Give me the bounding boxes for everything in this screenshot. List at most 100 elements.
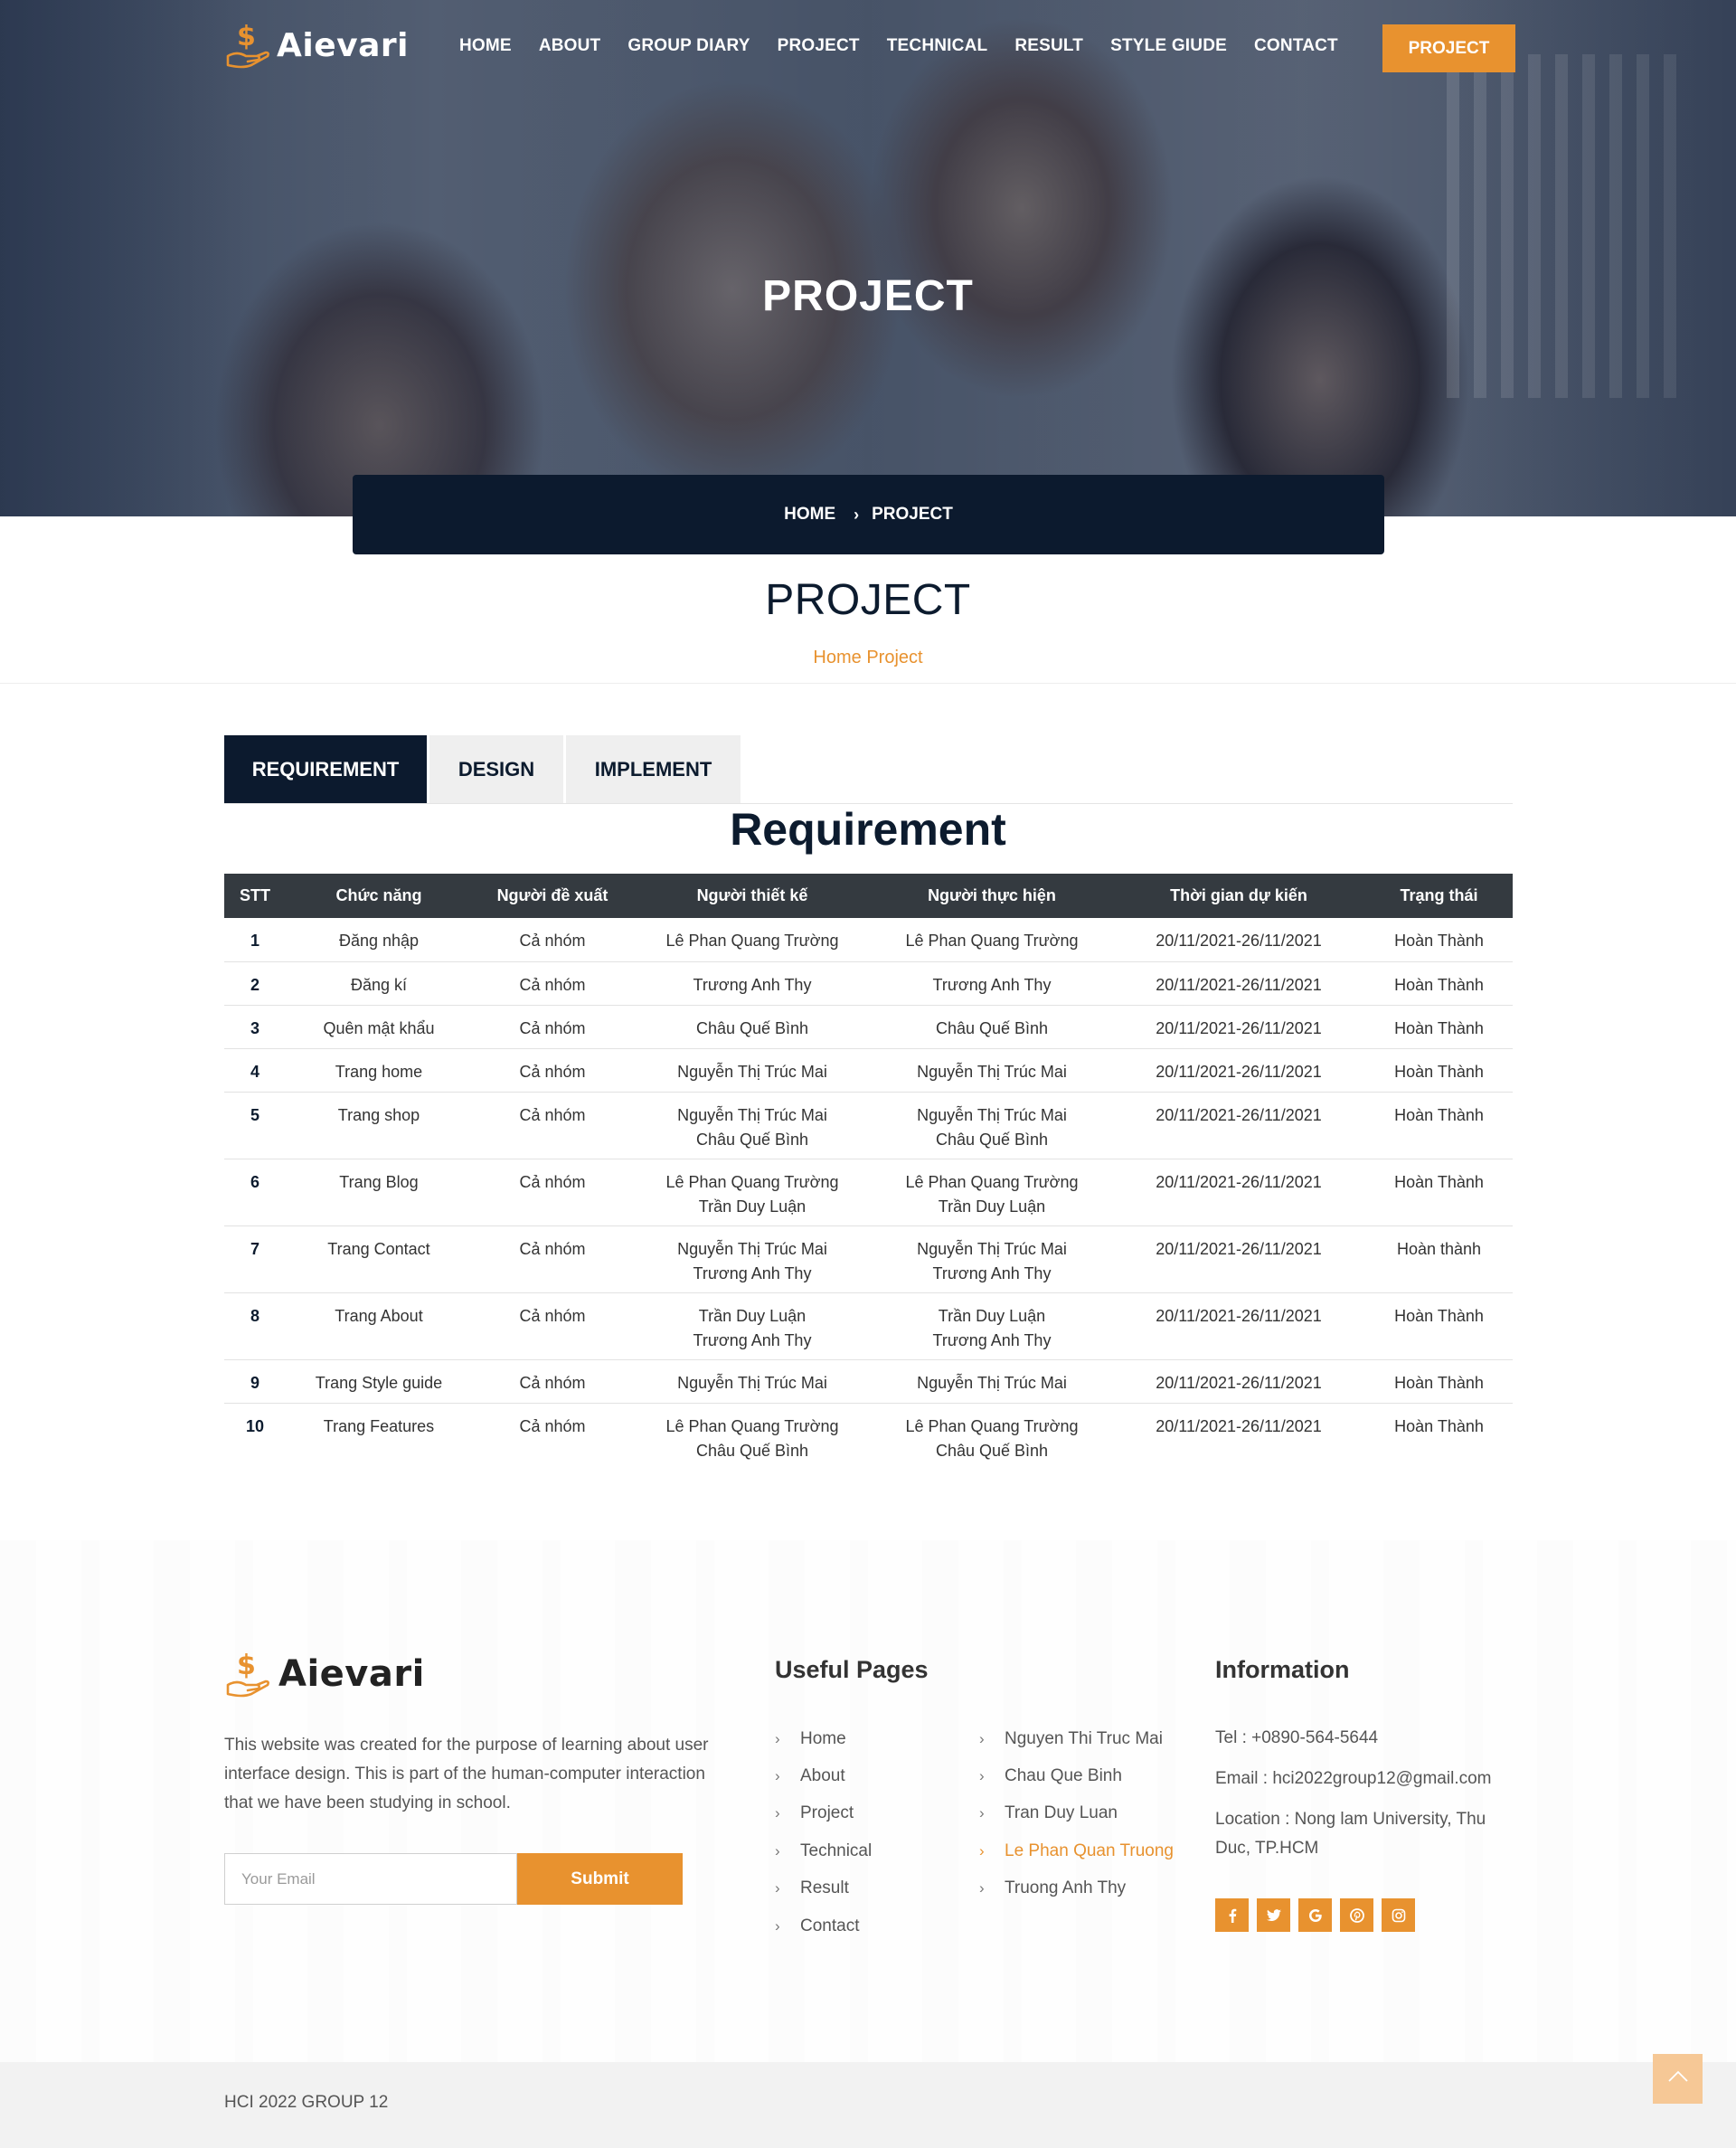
table-cell: Nguyễn Thị Trúc Mai: [633, 1359, 872, 1404]
info-tel: Tel : +0890-564-5644: [1215, 1728, 1379, 1747]
submit-button[interactable]: Submit: [517, 1853, 683, 1905]
footer-link-technical[interactable]: › Technical: [775, 1832, 872, 1869]
footer-member-link[interactable]: › Chau Que Binh: [979, 1757, 1174, 1794]
table-cell: Quên mật khẩu: [286, 1005, 472, 1049]
table-cell: 20/11/2021-26/11/2021: [1112, 1159, 1365, 1226]
table-cell: 20/11/2021-26/11/2021: [1112, 1092, 1365, 1159]
header-logo[interactable]: $ Aievari: [224, 20, 409, 71]
footer-link-result[interactable]: › Result: [775, 1870, 872, 1907]
tab-design[interactable]: DESIGN: [429, 735, 563, 804]
section-heading: Requirement: [730, 804, 1006, 855]
chevron-right-icon: ›: [979, 1767, 985, 1785]
facebook-icon[interactable]: [1215, 1898, 1249, 1932]
table-cell: Cả nhóm: [472, 918, 633, 962]
hero-banner: [0, 0, 1736, 516]
pinterest-icon[interactable]: [1340, 1898, 1373, 1932]
footer-link-label: Chau Que Binh: [1005, 1766, 1122, 1786]
table-cell: Nguyễn Thị Trúc Mai: [872, 1359, 1112, 1404]
footer-link-label: Result: [800, 1878, 849, 1898]
chevron-right-icon: ›: [979, 1729, 985, 1747]
chevron-right-icon: ›: [775, 1841, 780, 1859]
breadcrumb: HOME › PROJECT: [353, 475, 1384, 554]
instagram-icon[interactable]: [1382, 1898, 1415, 1932]
table-cell: 20/11/2021-26/11/2021: [1112, 1225, 1365, 1293]
table-cell: Nguyễn Thị Trúc Mai: [633, 1048, 872, 1093]
info-location: Location : Nong lam University, Thu Duc,…: [1215, 1810, 1486, 1858]
table-cell: Cả nhóm: [472, 1292, 633, 1360]
column-header: Chức năng: [286, 874, 472, 918]
header-logo-text: Aievari: [277, 26, 409, 64]
footer-logo[interactable]: $ Aievari: [224, 1649, 425, 1699]
footer-member-link[interactable]: › Tran Duy Luan: [979, 1795, 1174, 1832]
table-cell: Hoàn Thành: [1365, 1092, 1513, 1159]
footer-member-link[interactable]: › Nguyen Thi Truc Mai: [979, 1720, 1174, 1757]
table-cell: Trương Anh Thy: [633, 961, 872, 1006]
page-subtitle: Home Project: [813, 648, 923, 667]
table-row: 8 Trang About Cả nhóm Trần Duy Luận Trương …: [224, 1292, 1513, 1360]
table-cell: Lê Phan Quang Trường Châu Quế Bình: [905, 1416, 1079, 1460]
table-cell: Hoàn Thành: [1365, 1159, 1513, 1226]
table-cell: 20/11/2021-26/11/2021: [1156, 1416, 1322, 1435]
column-header: Trạng thái: [1365, 874, 1513, 918]
table-cell: Trang Blog: [286, 1159, 472, 1226]
nav-about[interactable]: ABOUT: [539, 36, 601, 56]
table-cell: 20/11/2021-26/11/2021: [1112, 918, 1365, 962]
table-cell: 20/11/2021-26/11/2021: [1112, 1292, 1365, 1360]
chevron-up-icon: [1667, 2070, 1689, 2087]
table-cell: Hoàn Thành: [1365, 918, 1513, 962]
table-cell: Trang shop: [286, 1092, 472, 1159]
table-cell: Lê Phan Quang Trường: [633, 918, 872, 962]
nav-contact[interactable]: CONTACT: [1254, 36, 1338, 56]
table-row: 1 Đăng nhập Cả nhóm Lê Phan Quang Trường Lê …: [224, 918, 1513, 962]
table-cell: Hoàn Thành: [1365, 1359, 1513, 1404]
nav-technical[interactable]: TECHNICAL: [887, 36, 988, 56]
requirement-table: STT Chức năng Người đề xuất Người thiết …: [224, 874, 1513, 1470]
nav-home[interactable]: HOME: [459, 36, 512, 56]
table-cell: Trần Duy Luận Trương Anh Thy: [633, 1292, 872, 1360]
footer-link-home[interactable]: › Home: [775, 1720, 872, 1757]
tab-implement[interactable]: IMPLEMENT: [566, 735, 741, 804]
table-cell: Cả nhóm: [472, 1048, 633, 1093]
footer-link-project[interactable]: › Project: [775, 1795, 872, 1832]
chevron-right-icon: ›: [775, 1729, 780, 1747]
breadcrumb-current: PROJECT: [872, 505, 953, 524]
google-icon[interactable]: [1298, 1898, 1332, 1932]
table-cell: Trang Features: [323, 1416, 435, 1435]
nav-result[interactable]: RESULT: [1014, 36, 1083, 56]
footer-link-label: Contact: [800, 1916, 860, 1935]
row-number: 9: [224, 1359, 286, 1404]
tab-requirement[interactable]: REQUIREMENT: [224, 735, 427, 804]
email-input[interactable]: [224, 1853, 517, 1905]
table-cell: Nguyễn Thị Trúc Mai: [872, 1048, 1112, 1093]
table-cell: Nguyễn Thị Trúc Mai Trương Anh Thy: [633, 1225, 872, 1293]
table-body: 1 Đăng nhập Cả nhóm Lê Phan Quang Trường Lê …: [224, 918, 1513, 1470]
column-header: Người đề xuất: [472, 874, 633, 918]
row-number: 2: [224, 961, 286, 1006]
footer-link-label: About: [800, 1766, 845, 1786]
table-cell: Lê Phan Quang Trường: [872, 918, 1112, 962]
table-cell: Lê Phan Quang Trường Châu Quế Bình: [665, 1416, 839, 1460]
table-row: 5 Trang shop Cả nhóm Nguyễn Thị Trúc Mai Ch…: [224, 1092, 1513, 1159]
divider: [0, 683, 1736, 684]
footer-member-link[interactable]: › Truong Anh Thy: [979, 1870, 1174, 1907]
svg-text:$: $: [237, 21, 256, 52]
nav-group-diary[interactable]: GROUP DIARY: [627, 36, 750, 56]
copyright: HCI 2022 GROUP 12: [224, 2093, 389, 2112]
hero-title: PROJECT: [762, 272, 974, 320]
twitter-icon[interactable]: [1257, 1898, 1290, 1932]
header-project-button[interactable]: PROJECT: [1382, 24, 1515, 72]
table-header-row: STT Chức năng Người đề xuất Người thiết …: [224, 874, 1513, 918]
table-cell: Cả nhóm: [472, 1092, 633, 1159]
nav-style-guide[interactable]: STYLE GIUDE: [1110, 36, 1227, 56]
row-number: 10: [245, 1416, 265, 1435]
table-cell: Hoàn thành: [1365, 1225, 1513, 1293]
table-cell: 20/11/2021-26/11/2021: [1112, 961, 1365, 1006]
footer-link-label: Home: [800, 1728, 846, 1748]
back-to-top-button[interactable]: [1653, 2054, 1703, 2104]
breadcrumb-home[interactable]: HOME: [784, 505, 835, 525]
nav-project[interactable]: PROJECT: [778, 36, 860, 56]
footer-member-link-active[interactable]: › Le Phan Quan Truong: [979, 1832, 1174, 1869]
footer-link-about[interactable]: › About: [775, 1757, 872, 1794]
footer-link-contact[interactable]: › Contact: [775, 1907, 872, 1945]
table-cell: Lê Phan Quang Trường Trần Duy Luận: [633, 1159, 872, 1226]
